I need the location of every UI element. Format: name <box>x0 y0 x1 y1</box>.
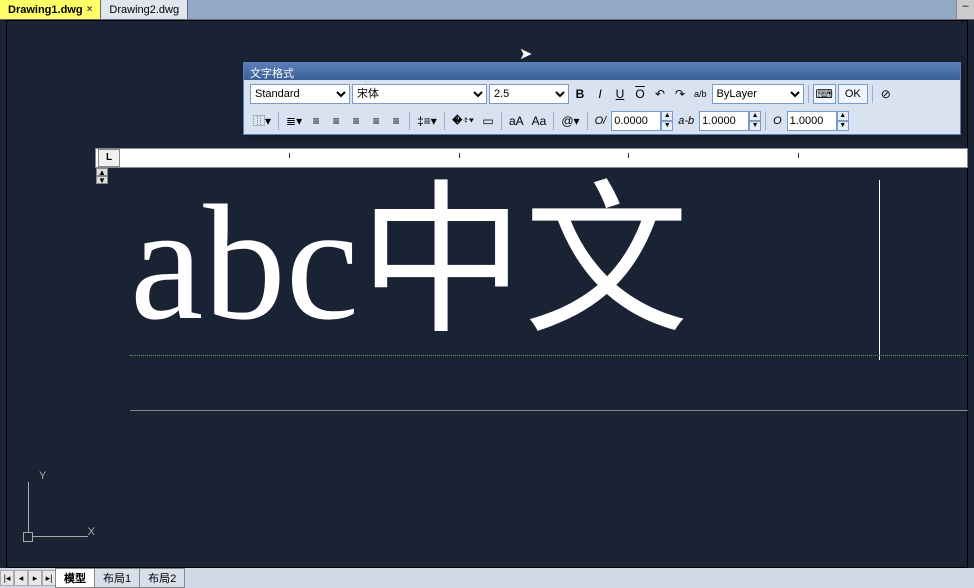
oblique-label: O/ <box>592 115 610 127</box>
minimize-tabs-icon[interactable]: – <box>956 0 974 19</box>
justify-button[interactable]: ≣▾ <box>283 111 305 131</box>
text-frame-border <box>130 410 968 411</box>
nav-prev-button[interactable]: ◂ <box>14 570 28 586</box>
font-select[interactable]: 宋体 <box>352 84 487 104</box>
bold-button[interactable]: B <box>571 84 589 104</box>
separator <box>501 112 502 130</box>
align-justify-button[interactable]: ≡ <box>367 111 385 131</box>
tracking-field: ▲▼ <box>699 111 761 131</box>
model-tab[interactable]: 模型 <box>55 568 95 588</box>
ucs-icon: Y X <box>15 470 95 550</box>
oblique-field: ▲▼ <box>611 111 673 131</box>
separator <box>872 85 873 103</box>
italic-button[interactable]: I <box>591 84 609 104</box>
toolbar-row-2: ⿲▾ ≣▾ ≡ ≡ ≡ ≡ ≡ ‡≡▾ �፥▾ ▭ aA Aa @▾ O/ ▲▼… <box>244 107 960 134</box>
ruler-indent-markers[interactable]: ▲▼ <box>96 168 108 184</box>
panel-title: 文字格式 <box>244 63 960 80</box>
underline-button[interactable]: U <box>611 84 629 104</box>
align-center-button[interactable]: ≡ <box>327 111 345 131</box>
separator <box>444 112 445 130</box>
separator <box>587 112 588 130</box>
tracking-input[interactable] <box>699 111 749 131</box>
file-tab-drawing1[interactable]: Drawing1.dwg × <box>0 0 101 19</box>
line-spacing-button[interactable]: ‡≡▾ <box>414 111 440 131</box>
separator <box>765 112 766 130</box>
nav-next-button[interactable]: ▸ <box>28 570 42 586</box>
align-right-button[interactable]: ≡ <box>347 111 365 131</box>
symbol-button[interactable]: @▾ <box>558 111 582 131</box>
text-content[interactable]: abc中文 <box>130 180 968 345</box>
text-format-panel: 文字格式 Standard 宋体 2.5 B I U O ↶ ↷ a/b ByL… <box>243 62 961 135</box>
insert-field-button[interactable]: ▭ <box>479 111 497 131</box>
color-select[interactable]: ByLayer <box>712 84 804 104</box>
toolbar-row-1: Standard 宋体 2.5 B I U O ↶ ↷ a/b ByLayer … <box>244 80 960 107</box>
ruler-ticks <box>120 149 967 167</box>
ruler-tab-indicator[interactable]: L <box>98 149 120 167</box>
nav-first-button[interactable]: |◂ <box>0 570 14 586</box>
spin-up-icon[interactable]: ▲ <box>749 111 761 121</box>
close-icon[interactable]: × <box>87 4 93 15</box>
layout2-tab[interactable]: 布局2 <box>139 568 185 588</box>
columns-button[interactable]: ⿲▾ <box>250 111 274 131</box>
layout-tab-bar: |◂ ◂ ▸ ▸| 模型 布局1 布局2 <box>0 568 974 588</box>
options-button[interactable]: ⊘ <box>877 84 895 104</box>
lowercase-button[interactable]: Aa <box>529 111 550 131</box>
widthfactor-label: O <box>770 115 785 127</box>
overline-button[interactable]: O <box>631 84 649 104</box>
align-left-button[interactable]: ≡ <box>307 111 325 131</box>
separator <box>808 85 809 103</box>
redo-button[interactable]: ↷ <box>671 84 689 104</box>
nav-last-button[interactable]: ▸| <box>42 570 56 586</box>
spin-down-icon[interactable]: ▼ <box>837 121 849 131</box>
separator <box>553 112 554 130</box>
x-axis-label: X <box>88 526 95 538</box>
spin-up-icon[interactable]: ▲ <box>661 111 673 121</box>
undo-button[interactable]: ↶ <box>651 84 669 104</box>
ucs-origin-icon <box>23 532 33 542</box>
mtext-editor[interactable]: abc中文 <box>130 180 968 410</box>
separator <box>409 112 410 130</box>
widthfactor-field: ▲▼ <box>787 111 849 131</box>
numbering-button[interactable]: �፥▾ <box>449 111 477 131</box>
oblique-input[interactable] <box>611 111 661 131</box>
text-size-select[interactable]: 2.5 <box>489 84 569 104</box>
widthfactor-input[interactable] <box>787 111 837 131</box>
text-ruler[interactable]: L <box>95 148 968 168</box>
text-style-select[interactable]: Standard <box>250 84 350 104</box>
tab-label: Drawing1.dwg <box>8 4 83 16</box>
file-tab-drawing2[interactable]: Drawing2.dwg <box>101 0 188 19</box>
spin-up-icon[interactable]: ▲ <box>837 111 849 121</box>
baseline-guide <box>130 355 968 356</box>
tracking-label: a-b <box>675 115 697 127</box>
ok-button[interactable]: OK <box>838 84 868 104</box>
layout1-tab[interactable]: 布局1 <box>94 568 140 588</box>
align-distribute-button[interactable]: ≡ <box>387 111 405 131</box>
uppercase-button[interactable]: aA <box>506 111 527 131</box>
stack-button[interactable]: a/b <box>691 84 710 104</box>
ruler-toggle-button[interactable]: ⌨ <box>813 84 836 104</box>
spin-down-icon[interactable]: ▼ <box>749 121 761 131</box>
separator <box>278 112 279 130</box>
file-tab-bar: Drawing1.dwg × Drawing2.dwg – <box>0 0 974 20</box>
text-cursor <box>879 180 880 360</box>
spin-down-icon[interactable]: ▼ <box>661 121 673 131</box>
tab-label: Drawing2.dwg <box>109 4 179 16</box>
y-axis-label: Y <box>39 470 46 482</box>
